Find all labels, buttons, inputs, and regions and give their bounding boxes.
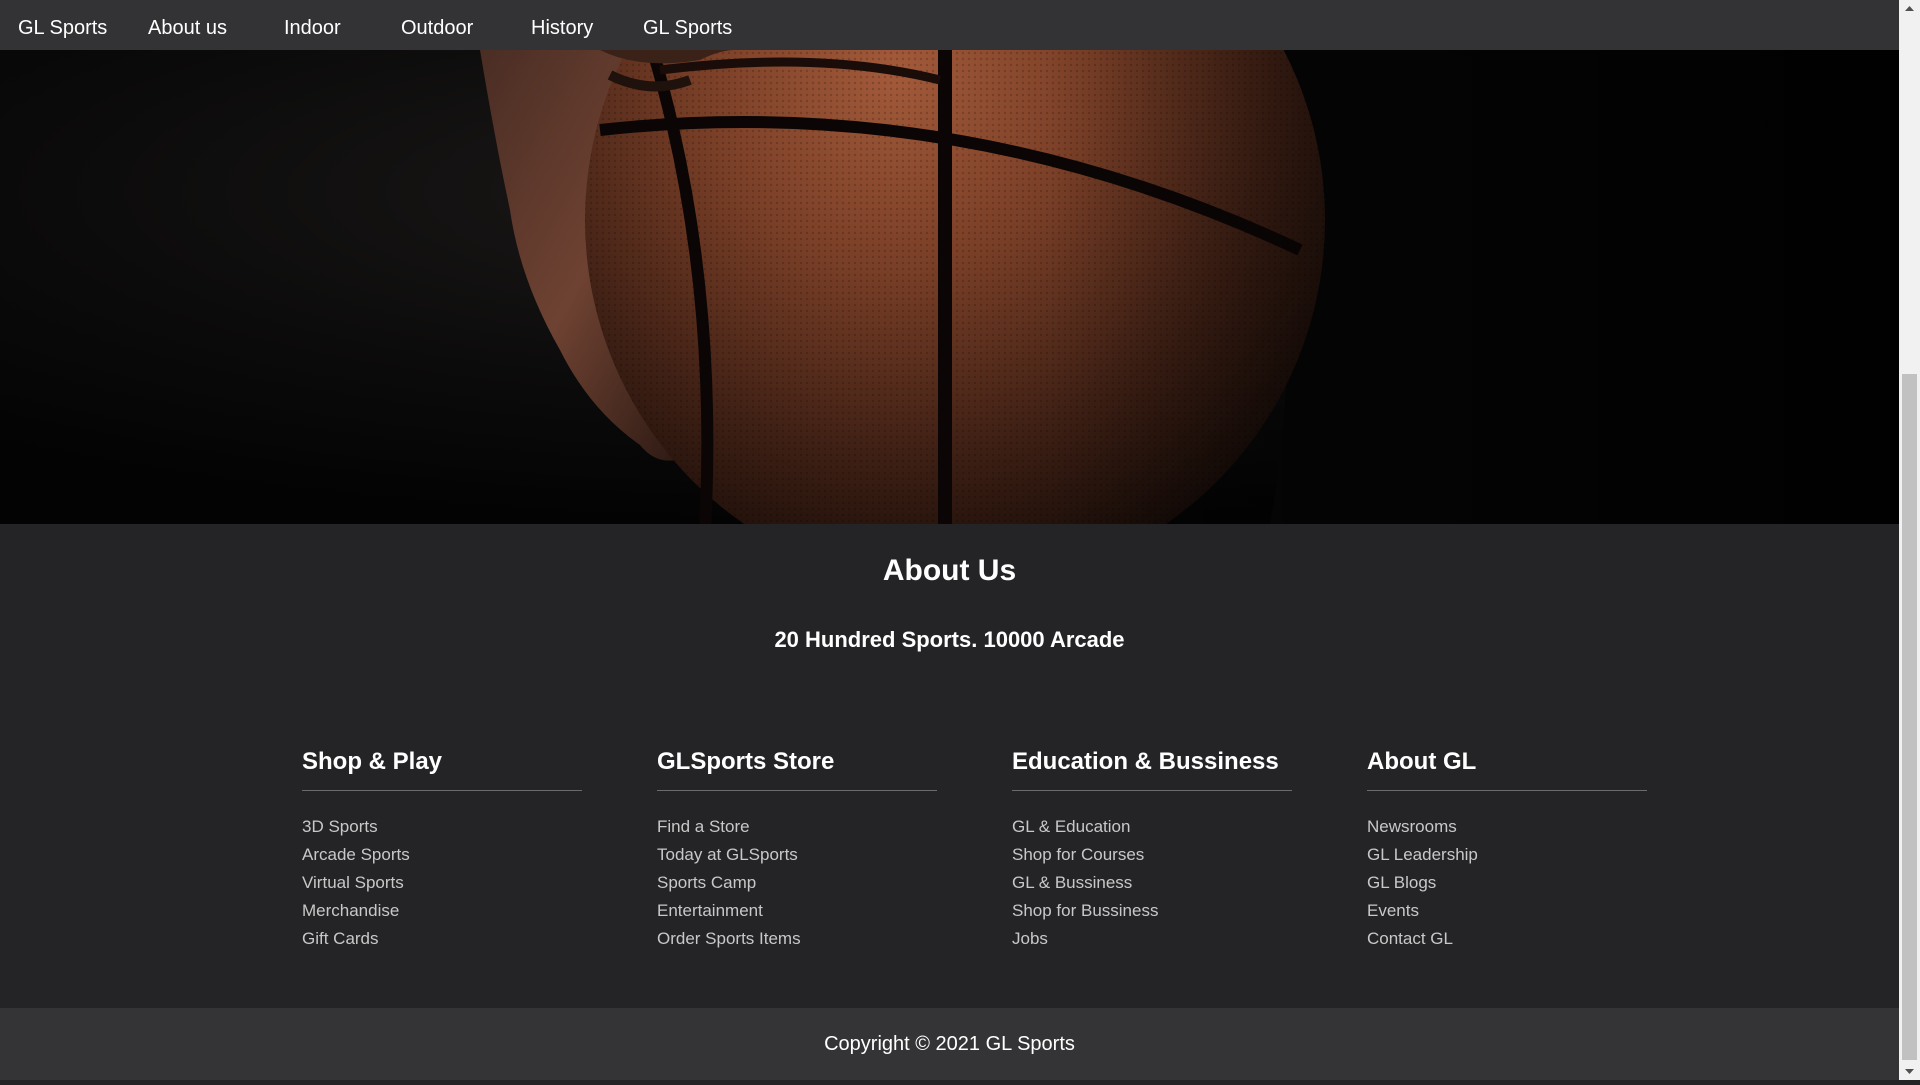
footer-link[interactable]: GL & Bussiness — [1012, 869, 1292, 897]
column-title: Education & Bussiness — [1012, 748, 1279, 775]
page: GL Sports About us Indoor Outdoor Histor… — [0, 0, 1899, 1080]
footer-link[interactable]: GL & Education — [1012, 813, 1292, 841]
column-divider — [657, 790, 937, 791]
footer-link[interactable]: Virtual Sports — [302, 869, 582, 897]
about-title: About Us — [882, 554, 1017, 587]
footer-link[interactable]: GL Leadership — [1367, 841, 1647, 869]
footer-link[interactable]: Today at GLSports — [657, 841, 937, 869]
column-title: GLSports Store — [657, 748, 835, 775]
footer-link[interactable]: Jobs — [1012, 925, 1292, 953]
footer-link[interactable]: Shop for Bussiness — [1012, 897, 1292, 925]
footer-link[interactable]: Events — [1367, 897, 1647, 925]
footer-column-education-business: Education & Bussiness GL & Education Sho… — [1012, 744, 1292, 953]
column-link-list: Newsrooms GL Leadership GL Blogs Events … — [1367, 813, 1647, 953]
about-section: About Us 20 Hundred Sports. 10000 Arcade… — [0, 524, 1899, 1008]
footer-link[interactable]: 3D Sports — [302, 813, 582, 841]
column-divider — [302, 790, 582, 791]
basketball-illustration — [0, 50, 1899, 524]
scroll-down-arrow-icon[interactable] — [1899, 1063, 1920, 1080]
column-link-list: 3D Sports Arcade Sports Virtual Sports M… — [302, 813, 582, 953]
footer-link[interactable]: Shop for Courses — [1012, 841, 1292, 869]
footer-link[interactable]: Contact GL — [1367, 925, 1647, 953]
column-title: Shop & Play — [302, 748, 443, 775]
footer-link[interactable]: Arcade Sports — [302, 841, 582, 869]
copyright-footer: Copyright © 2021 GL Sports — [0, 1008, 1899, 1080]
about-subtitle: 20 Hundred Sports. 10000 Arcade — [774, 627, 1125, 652]
scroll-up-arrow-icon[interactable] — [1899, 0, 1920, 17]
footer-link[interactable]: Sports Camp — [657, 869, 937, 897]
nav-item-about-us[interactable]: About us — [148, 0, 227, 50]
footer-link[interactable]: Order Sports Items — [657, 925, 937, 953]
column-link-list: GL & Education Shop for Courses GL & Bus… — [1012, 813, 1292, 953]
scrollbar-thumb[interactable] — [1902, 374, 1917, 1060]
footer-link[interactable]: Entertainment — [657, 897, 937, 925]
nav-item-outdoor[interactable]: Outdoor — [401, 0, 473, 50]
footer-link[interactable]: Find a Store — [657, 813, 937, 841]
column-divider — [1012, 790, 1292, 791]
footer-link[interactable]: GL Blogs — [1367, 869, 1647, 897]
top-navbar: GL Sports About us Indoor Outdoor Histor… — [0, 0, 1899, 50]
column-title: About GL — [1367, 748, 1477, 775]
footer-link[interactable]: Merchandise — [302, 897, 582, 925]
nav-item-gl-sports[interactable]: GL Sports — [643, 0, 732, 50]
footer-column-about-gl: About GL Newsrooms GL Leadership GL Blog… — [1367, 744, 1647, 953]
column-divider — [1367, 790, 1647, 791]
nav-item-gl-sports-home[interactable]: GL Sports — [18, 0, 107, 50]
column-link-list: Find a Store Today at GLSports Sports Ca… — [657, 813, 937, 953]
footer-column-store: GLSports Store Find a Store Today at GLS… — [657, 744, 937, 953]
footer-link[interactable]: Gift Cards — [302, 925, 582, 953]
nav-item-history[interactable]: History — [531, 0, 593, 50]
footer-link[interactable]: Newsrooms — [1367, 813, 1647, 841]
footer-column-shop-play: Shop & Play 3D Sports Arcade Sports Virt… — [302, 744, 582, 953]
hero-banner-image — [0, 50, 1899, 524]
vertical-scrollbar[interactable] — [1899, 0, 1920, 1080]
nav-item-indoor[interactable]: Indoor — [284, 0, 341, 50]
copyright-text: Copyright © 2021 GL Sports — [824, 1033, 1075, 1055]
